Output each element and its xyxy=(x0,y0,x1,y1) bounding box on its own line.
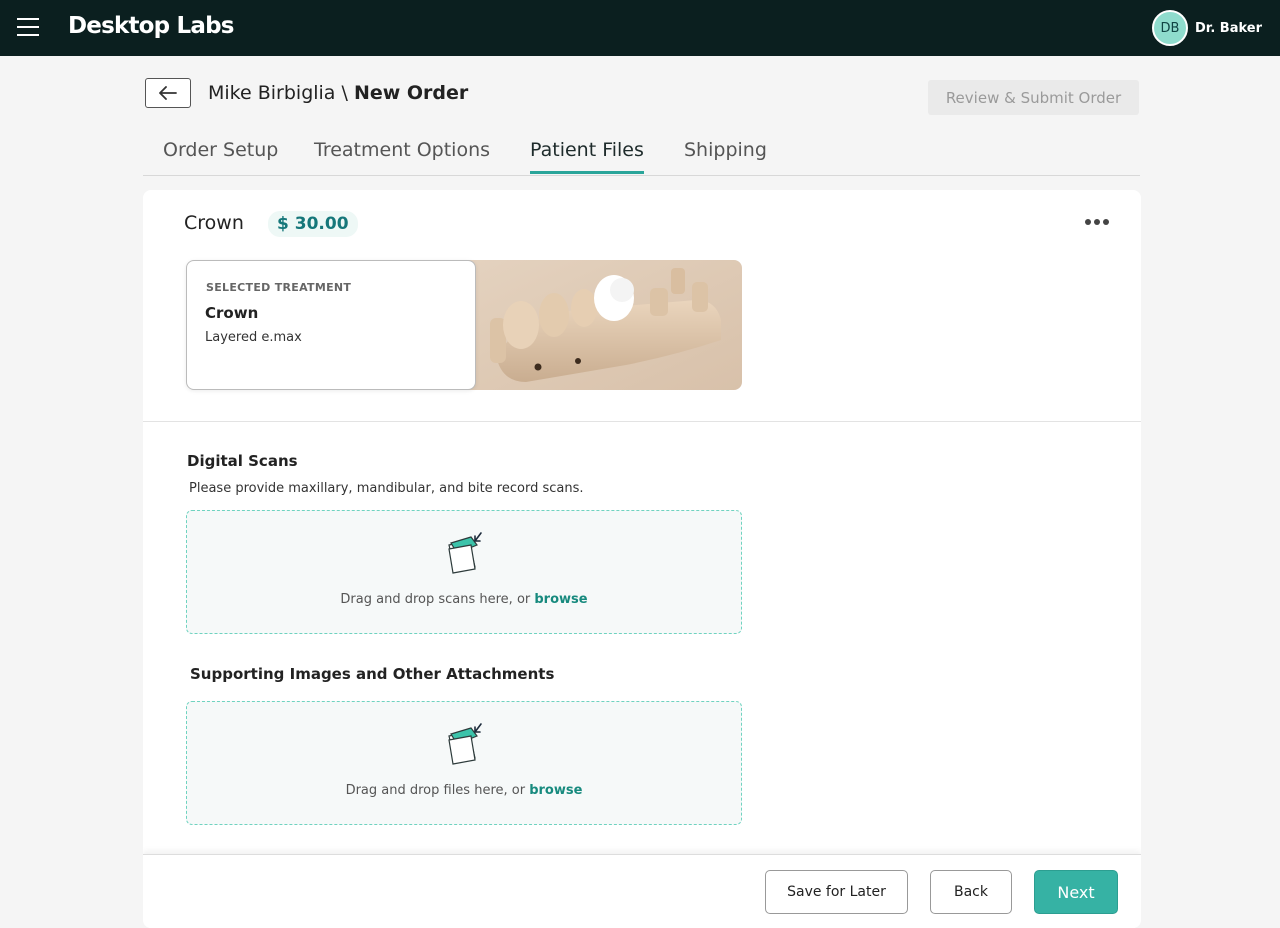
tab-treatment-options[interactable]: Treatment Options xyxy=(314,139,490,171)
tab-shipping[interactable]: Shipping xyxy=(684,139,767,171)
brand-logo[interactable]: Desktop Labs xyxy=(68,13,234,39)
attachments-title: Supporting Images and Other Attachments xyxy=(190,665,555,683)
item-title: Crown xyxy=(184,212,244,234)
attachments-dropzone[interactable]: Drag and drop files here, or browse xyxy=(186,701,742,825)
back-arrow-button[interactable] xyxy=(145,78,191,108)
top-navigation-bar: Desktop Labs DB Dr. Baker xyxy=(0,0,1280,56)
tab-patient-files[interactable]: Patient Files xyxy=(530,139,644,174)
scans-drop-text: Drag and drop scans here, or browse xyxy=(187,592,741,607)
attachments-browse-link[interactable]: browse xyxy=(529,783,582,798)
avatar: DB xyxy=(1151,10,1188,46)
digital-scans-description: Please provide maxillary, mandibular, an… xyxy=(189,481,584,496)
next-button[interactable]: Next xyxy=(1034,870,1118,914)
treatment-image xyxy=(466,260,742,390)
attachments-drop-label: Drag and drop files here, or xyxy=(345,783,530,798)
attachments-drop-text: Drag and drop files here, or browse xyxy=(187,783,741,798)
treatment-material: Layered e.max xyxy=(205,330,302,345)
more-horizontal-icon[interactable] xyxy=(1085,212,1109,232)
user-menu[interactable]: DB Dr. Baker xyxy=(1151,10,1262,46)
footer-action-bar: Save for Later Back Next xyxy=(143,854,1141,928)
breadcrumb-current: New Order xyxy=(353,82,469,104)
price-badge: $ 30.00 xyxy=(268,211,358,237)
digital-scans-title: Digital Scans xyxy=(187,452,298,470)
treatment-label: SELECTED TREATMENT xyxy=(206,281,352,294)
user-name: Dr. Baker xyxy=(1194,20,1262,36)
breadcrumb: Mike Birbiglia \ New Order xyxy=(208,82,468,104)
treatment-name: Crown xyxy=(205,304,259,322)
breadcrumb-patient[interactable]: Mike Birbiglia xyxy=(208,82,335,104)
scans-drop-label: Drag and drop scans here, or xyxy=(340,592,535,607)
upload-folder-icon xyxy=(448,723,482,765)
selected-treatment-card: SELECTED TREATMENT Crown Layered e.max xyxy=(186,260,476,390)
upload-folder-icon xyxy=(448,532,482,574)
back-button[interactable]: Back xyxy=(930,870,1012,914)
review-submit-button[interactable]: Review & Submit Order xyxy=(928,80,1139,115)
tab-order-setup[interactable]: Order Setup xyxy=(163,139,278,171)
save-for-later-button[interactable]: Save for Later xyxy=(765,870,908,914)
scans-dropzone[interactable]: Drag and drop scans here, or browse xyxy=(186,510,742,634)
divider xyxy=(143,421,1141,422)
hamburger-menu-icon[interactable] xyxy=(17,18,39,38)
arrow-left-icon xyxy=(159,86,177,100)
scans-browse-link[interactable]: browse xyxy=(534,592,587,607)
order-item-card: Crown $ 30.00 SELECTED TREATMENT Crown L… xyxy=(143,190,1141,928)
order-tabs: Order Setup Treatment Options Patient Fi… xyxy=(143,134,1140,176)
breadcrumb-separator: \ xyxy=(335,82,354,104)
